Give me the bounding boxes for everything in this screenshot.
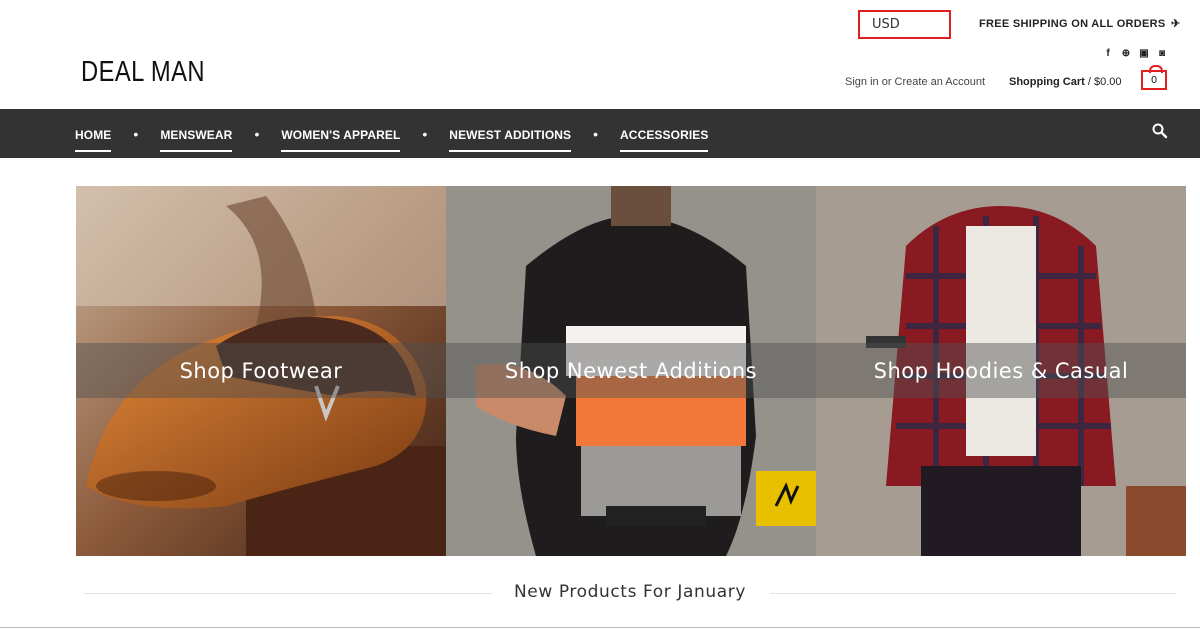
account-or: or xyxy=(881,76,892,88)
nav-separator: • xyxy=(593,125,599,142)
instagram-icon[interactable]: ◙ xyxy=(1157,48,1167,60)
nav-item-accessories[interactable]: ACCESSORIES xyxy=(620,120,709,152)
youtube-icon[interactable]: ▣ xyxy=(1139,48,1149,60)
main-navbar: HOME • MENSWEAR • WOMEN'S APPAREL • NEWE… xyxy=(0,109,1200,158)
pinterest-icon[interactable]: ⊕ xyxy=(1121,48,1131,60)
tile-label: Shop Hoodies & Casual xyxy=(873,358,1129,383)
tile-label: Shop Newest Additions xyxy=(504,358,758,383)
nav-separator: • xyxy=(254,125,260,142)
nav-item-newest-additions[interactable]: NEWEST ADDITIONS xyxy=(449,120,572,152)
nav-separator: • xyxy=(422,125,428,142)
currency-selector[interactable]: USD xyxy=(858,10,951,39)
cart-total: $0.00 xyxy=(1093,76,1122,88)
account-links: Sign in or Create an Account xyxy=(845,76,985,88)
section-header: New Products For January xyxy=(84,582,1176,606)
create-account-link[interactable]: Create an Account xyxy=(895,76,986,88)
shopping-cart-link[interactable]: Shopping Cart / $0.00 xyxy=(1009,76,1121,88)
section-title: New Products For January xyxy=(513,582,747,602)
shipping-text: FREE SHIPPING ON ALL ORDERS xyxy=(979,18,1166,30)
facebook-icon[interactable]: f xyxy=(1103,48,1113,60)
nav-item-womens-apparel[interactable]: WOMEN'S APPAREL xyxy=(281,120,401,152)
nav-separator: • xyxy=(133,125,139,142)
tile-label-band: Shop Hoodies & Casual xyxy=(816,343,1186,398)
sign-in-link[interactable]: Sign in xyxy=(845,76,879,88)
tile-label-band: Shop Newest Additions xyxy=(446,343,816,398)
category-tiles: Shop Footwear Shop Newest Additions Shop… xyxy=(76,186,1186,556)
social-links: f ⊕ ▣ ◙ xyxy=(1103,48,1167,60)
cart-label: Shopping Cart xyxy=(1009,76,1085,88)
free-shipping-banner: FREE SHIPPING ON ALL ORDERS ✈ xyxy=(979,17,1180,30)
nav-menu: HOME • MENSWEAR • WOMEN'S APPAREL • NEWE… xyxy=(75,109,709,158)
search-icon[interactable] xyxy=(1151,122,1169,140)
airplane-icon: ✈ xyxy=(1170,18,1181,30)
cart-separator: / xyxy=(1084,76,1094,88)
tile-label-band: Shop Footwear xyxy=(76,343,446,398)
tile-label: Shop Footwear xyxy=(179,358,343,383)
tile-hoodies-casual[interactable]: Shop Hoodies & Casual xyxy=(816,186,1186,556)
site-logo[interactable]: DEAL MAN xyxy=(81,56,205,89)
tile-footwear[interactable]: Shop Footwear xyxy=(76,186,446,556)
bottom-divider xyxy=(0,627,1200,628)
nav-item-menswear[interactable]: MENSWEAR xyxy=(160,120,233,152)
nav-item-home[interactable]: HOME xyxy=(75,120,112,152)
tile-newest-additions[interactable]: Shop Newest Additions xyxy=(446,186,816,556)
cart-count-badge[interactable]: 0 xyxy=(1141,65,1167,90)
